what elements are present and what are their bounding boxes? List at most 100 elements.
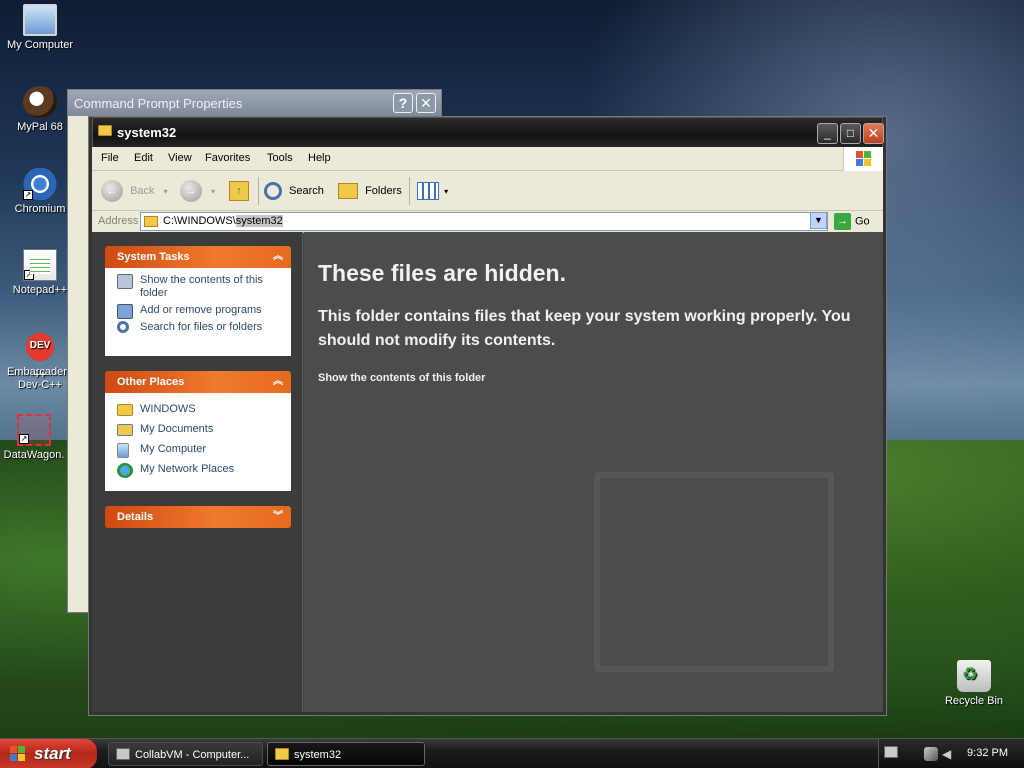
- show-contents-icon: [117, 274, 133, 289]
- window-content: System Tasks ︽ Show the contents of this…: [92, 232, 883, 712]
- bg-window-title: Command Prompt Properties: [74, 96, 243, 111]
- folder-icon: [98, 125, 112, 136]
- network-icon[interactable]: [924, 747, 938, 761]
- chromium-icon: ↗: [23, 168, 57, 200]
- other-places-panel: Other Places ︽ WINDOWS My Documents My C…: [105, 371, 291, 491]
- taskbar-button-label: system32: [294, 749, 342, 761]
- task-label: Add or remove programs: [140, 304, 262, 316]
- window-titlebar[interactable]: system32 _ □ ✕: [92, 117, 884, 147]
- collapse-icon[interactable]: ︽: [273, 246, 283, 268]
- address-input[interactable]: C:\WINDOWS\system32: [140, 212, 828, 231]
- taskbar-button-label: CollabVM - Computer...: [135, 749, 250, 761]
- back-arrow-icon: ←: [101, 180, 123, 203]
- expand-icon[interactable]: ︾: [273, 506, 283, 528]
- other-places-header[interactable]: Other Places ︽: [105, 371, 291, 393]
- search-icon: [264, 182, 282, 201]
- keyboard-icon[interactable]: [884, 746, 898, 758]
- place-my-network-places[interactable]: My Network Places: [117, 463, 283, 478]
- go-label: Go: [855, 215, 870, 228]
- system-tasks-body: Show the contents of this folder Add or …: [105, 268, 291, 356]
- views-icon: [417, 182, 439, 201]
- shortcut-arrow-icon: ↗: [19, 434, 29, 444]
- folder-icon: [275, 748, 289, 760]
- address-label: Address: [98, 215, 139, 227]
- address-bar: Address C:\WINDOWS\system32 ▼ → Go: [92, 211, 883, 233]
- views-button[interactable]: ▾: [417, 179, 448, 203]
- place-label: My Computer: [140, 443, 207, 455]
- minimize-button[interactable]: _: [817, 123, 838, 144]
- menu-view[interactable]: View: [168, 152, 192, 164]
- back-button[interactable]: ← Back ▾: [101, 179, 168, 203]
- desktop-icon-recycle-bin[interactable]: Recycle Bin: [934, 660, 1014, 708]
- window-title: system32: [117, 125, 177, 140]
- forward-dropdown-icon: ▾: [211, 187, 216, 196]
- close-button[interactable]: ✕: [863, 123, 884, 144]
- menu-edit[interactable]: Edit: [134, 152, 153, 164]
- forward-arrow-icon: →: [180, 180, 202, 203]
- start-button[interactable]: start: [0, 739, 97, 768]
- menu-favorites[interactable]: Favorites: [205, 152, 250, 164]
- taskbar-button-collabvm[interactable]: CollabVM - Computer...: [108, 742, 263, 766]
- task-pane: System Tasks ︽ Show the contents of this…: [92, 232, 303, 712]
- system-tray: ◀ 9:32 PM: [878, 739, 1024, 768]
- devcpp-icon: DEV ++: [23, 331, 57, 381]
- toolbar: ← Back ▾ → ▾ ↑ Search Folders ▾: [92, 171, 883, 211]
- toolbar-separator: [258, 177, 259, 205]
- close-button[interactable]: ✕: [416, 93, 436, 113]
- hidden-files-heading: These files are hidden.: [318, 260, 566, 286]
- forward-button[interactable]: → ▾: [180, 179, 215, 203]
- system-tasks-header[interactable]: System Tasks ︽: [105, 246, 291, 268]
- system-tasks-title: System Tasks: [117, 251, 190, 263]
- toolbar-separator: [409, 177, 410, 205]
- search-icon: [117, 321, 129, 333]
- task-search-files[interactable]: Search for files or folders: [117, 321, 283, 334]
- go-button[interactable]: → Go: [834, 213, 870, 230]
- folder-icon: [144, 216, 158, 227]
- collapse-icon[interactable]: ︽: [273, 371, 283, 393]
- menu-file[interactable]: File: [101, 152, 119, 164]
- folders-button[interactable]: Folders: [338, 179, 402, 203]
- desktop-icon-my-computer[interactable]: My Computer: [0, 4, 80, 52]
- task-add-remove-programs[interactable]: Add or remove programs: [117, 304, 283, 319]
- address-dropdown-button[interactable]: ▼: [810, 212, 827, 229]
- help-button[interactable]: ?: [393, 93, 413, 113]
- main-pane: These files are hidden. This folder cont…: [304, 232, 883, 712]
- address-path-selected: system32: [235, 215, 283, 227]
- shortcut-arrow-icon: ↗: [24, 270, 34, 280]
- task-label: Show the contents of this folder: [140, 274, 263, 299]
- menu-help[interactable]: Help: [308, 152, 331, 164]
- desktop-icon-datawagon[interactable]: ↗ DataWagon.: [0, 414, 74, 462]
- views-dropdown-icon: ▾: [444, 187, 449, 196]
- search-button[interactable]: Search: [264, 179, 324, 203]
- maximize-button[interactable]: □: [840, 123, 861, 144]
- place-label: My Documents: [140, 423, 214, 435]
- clock[interactable]: 9:32 PM: [967, 747, 1008, 759]
- go-arrow-icon: →: [834, 213, 851, 230]
- mypal-icon: [23, 86, 57, 118]
- add-remove-programs-icon: [117, 304, 133, 319]
- details-header[interactable]: Details ︾: [105, 506, 291, 528]
- explorer-window[interactable]: system32 _ □ ✕ File Edit View Favorites …: [89, 117, 886, 715]
- place-my-documents[interactable]: My Documents: [117, 423, 283, 436]
- other-places-title: Other Places: [117, 376, 185, 388]
- windows-logo-icon: [843, 147, 883, 171]
- details-title: Details: [117, 511, 154, 523]
- system-tasks-panel: System Tasks ︽ Show the contents of this…: [105, 246, 291, 356]
- windows-logo-icon: [10, 746, 26, 762]
- datawagon-icon: ↗: [17, 414, 51, 446]
- bg-window-titlebar[interactable]: Command Prompt Properties ? ✕: [68, 90, 441, 116]
- up-folder-button[interactable]: ↑: [229, 179, 249, 203]
- volume-icon[interactable]: ◀: [942, 747, 956, 761]
- menu-tools[interactable]: Tools: [267, 152, 293, 164]
- watermark-graphic: [594, 472, 834, 672]
- network-places-icon: [117, 463, 133, 478]
- taskbar-button-system32[interactable]: system32: [267, 742, 425, 766]
- place-my-computer[interactable]: My Computer: [117, 443, 283, 458]
- place-windows[interactable]: WINDOWS: [117, 403, 283, 416]
- show-contents-link[interactable]: Show the contents of this folder: [318, 372, 485, 384]
- address-path-prefix: C:\WINDOWS\: [163, 215, 236, 227]
- address-text: C:\WINDOWS\system32: [163, 215, 283, 227]
- taskbar: start CollabVM - Computer... system32 ◀ …: [0, 738, 1024, 768]
- task-show-contents[interactable]: Show the contents of this folder: [117, 274, 283, 300]
- place-label: WINDOWS: [140, 403, 196, 415]
